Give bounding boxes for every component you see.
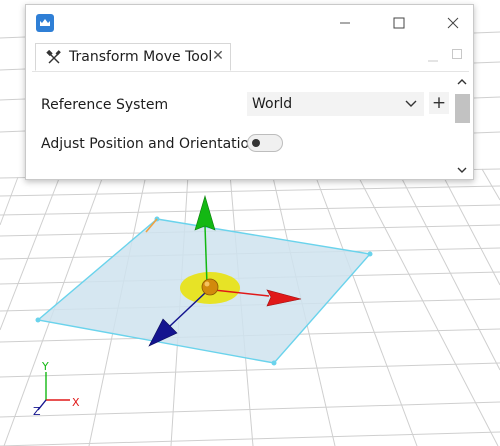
maximize-icon xyxy=(393,17,405,29)
chevron-down-icon xyxy=(405,100,417,107)
adjust-position-label: Adjust Position and Orientation xyxy=(41,136,258,152)
tab-title: Transform Move Tool xyxy=(69,49,213,65)
gizmo-center-sphere xyxy=(201,278,219,296)
minimize-button[interactable] xyxy=(328,12,362,34)
panel-tab-bar: Transform Move Tool ✕ xyxy=(32,43,469,72)
properties-scrollbar[interactable] xyxy=(453,72,472,178)
window-titlebar[interactable] xyxy=(26,5,473,43)
axis-z-label: Z xyxy=(33,405,41,418)
app-logo-icon xyxy=(36,14,54,32)
axis-x-label: X xyxy=(72,396,80,409)
panel-minimize-button[interactable] xyxy=(427,51,439,62)
adjust-position-toggle[interactable] xyxy=(247,134,283,152)
add-reference-button[interactable]: + xyxy=(429,92,449,114)
tools-icon xyxy=(46,49,62,66)
toggle-knob xyxy=(252,139,260,147)
scrollbar-thumb[interactable] xyxy=(455,94,470,123)
gizmo-y-arrow xyxy=(194,194,216,231)
reference-system-value: World xyxy=(252,96,293,112)
panel-minimize-icon xyxy=(428,60,438,62)
axis-y-label: Y xyxy=(41,360,49,373)
panel-maximize-button[interactable] xyxy=(452,49,462,59)
tab-transform-move-tool[interactable]: Transform Move Tool ✕ xyxy=(35,43,231,71)
tool-window: Transform Move Tool ✕ Reference System W… xyxy=(25,4,474,180)
close-window-button[interactable] xyxy=(436,12,470,34)
reference-system-select[interactable]: World xyxy=(247,92,424,116)
minimize-icon xyxy=(340,22,350,24)
reference-system-label: Reference System xyxy=(41,97,169,113)
close-icon xyxy=(447,17,459,29)
axis-indicator xyxy=(37,372,70,411)
tab-close-button[interactable]: ✕ xyxy=(211,48,225,64)
chevron-up-icon[interactable] xyxy=(455,75,469,89)
tool-properties: Reference System World + Adjust Position… xyxy=(32,72,453,177)
maximize-button[interactable] xyxy=(382,12,416,34)
chevron-down-icon[interactable] xyxy=(455,163,469,177)
